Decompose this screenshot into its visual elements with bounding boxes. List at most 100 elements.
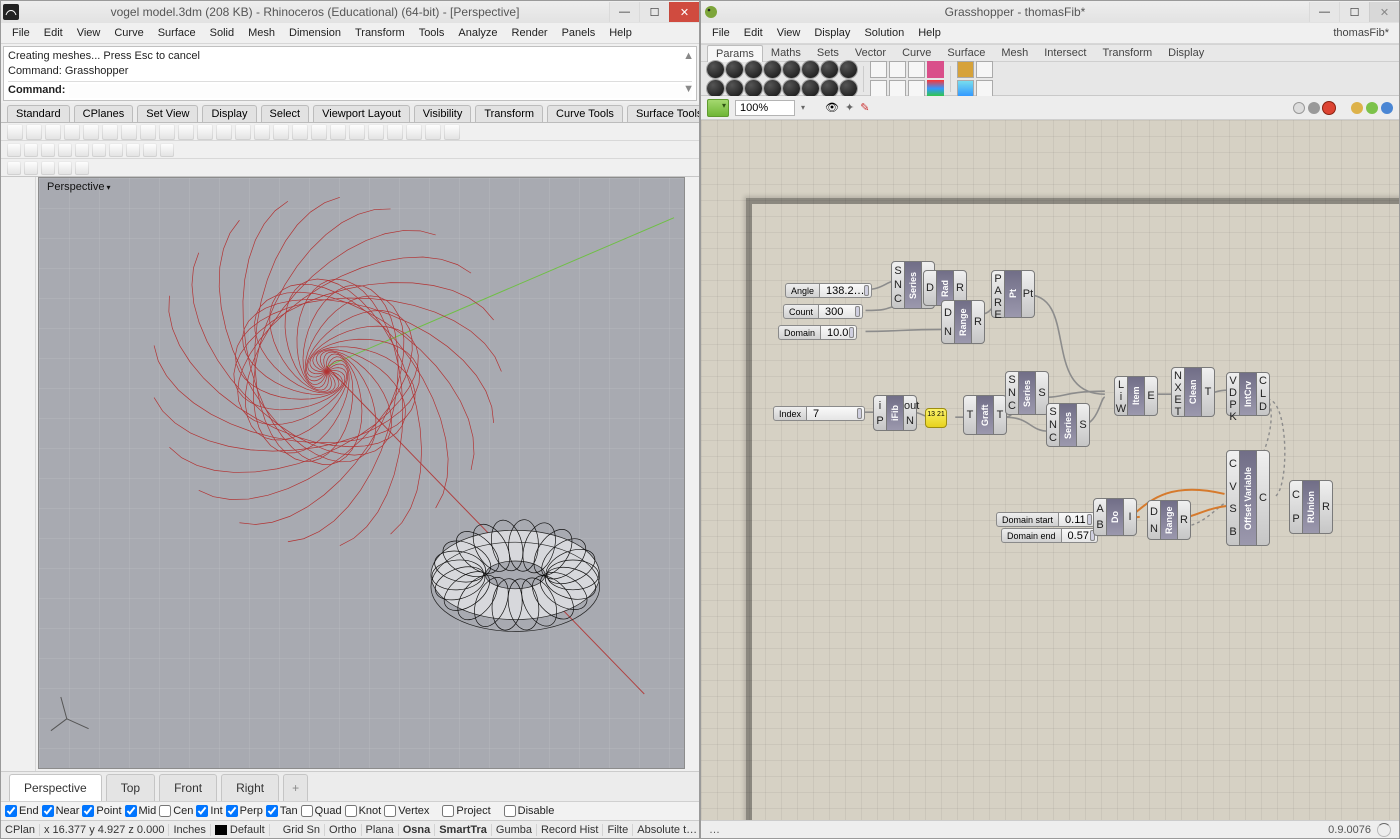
comp-runion[interactable]: CPRUnionR bbox=[1289, 480, 1333, 534]
status-absolutet[interactable]: Absolute t… bbox=[633, 824, 699, 836]
toolbar-button[interactable] bbox=[92, 143, 106, 157]
gh-menu-view[interactable]: View bbox=[770, 24, 808, 42]
toolbar-button[interactable] bbox=[24, 143, 38, 157]
toolbar-button[interactable] bbox=[24, 161, 38, 175]
gh-close-button[interactable]: ✕ bbox=[1369, 2, 1399, 22]
param-primitive-icon[interactable] bbox=[745, 61, 762, 78]
tooltab-select[interactable]: Select bbox=[261, 105, 310, 122]
status-layer[interactable]: Default bbox=[211, 824, 270, 836]
toolbar-button[interactable] bbox=[273, 124, 289, 140]
param-primitive-icon[interactable] bbox=[764, 80, 781, 97]
toolbar-button[interactable] bbox=[64, 124, 80, 140]
toolbar-button[interactable] bbox=[311, 124, 327, 140]
tooltab-set-view[interactable]: Set View bbox=[137, 105, 198, 122]
slider-count[interactable]: Count300 bbox=[783, 304, 863, 319]
menu-mesh[interactable]: Mesh bbox=[241, 24, 282, 42]
view-tab-top[interactable]: Top bbox=[106, 774, 155, 801]
tooltab-cplanes[interactable]: CPlanes bbox=[74, 105, 134, 122]
toolbar-button[interactable] bbox=[41, 161, 55, 175]
toolbar-button[interactable] bbox=[406, 124, 422, 140]
menu-file[interactable]: File bbox=[5, 24, 37, 42]
toolbar-button[interactable] bbox=[330, 124, 346, 140]
toolbar-button[interactable] bbox=[45, 124, 61, 140]
ribbon-button[interactable] bbox=[870, 80, 887, 97]
toolbar-button[interactable] bbox=[254, 124, 270, 140]
sidebar-tool-button[interactable] bbox=[20, 266, 34, 280]
gh-titlebar[interactable]: Grasshopper - thomasFib* — ☐ ✕ bbox=[701, 1, 1399, 23]
status-smarttra[interactable]: SmartTra bbox=[435, 824, 492, 836]
comp-range2[interactable]: DNRangeR bbox=[1147, 500, 1191, 540]
toolbar-button[interactable] bbox=[58, 161, 72, 175]
comp-offset-variable[interactable]: CVSB Offset Variable C bbox=[1226, 450, 1270, 546]
sidebar-tool-button[interactable] bbox=[3, 300, 17, 314]
toolbar-button[interactable] bbox=[7, 161, 21, 175]
sidebar-tool-button[interactable] bbox=[20, 249, 34, 263]
param-primitive-icon[interactable] bbox=[726, 61, 743, 78]
sidebar-tool-button[interactable] bbox=[3, 181, 17, 195]
toolbar-button[interactable] bbox=[160, 143, 174, 157]
osnap-point[interactable]: Point bbox=[82, 805, 121, 817]
toolbar-button[interactable] bbox=[121, 124, 137, 140]
panel-relay[interactable]: 13 21 bbox=[925, 408, 947, 428]
toolbar-button[interactable] bbox=[126, 143, 140, 157]
gh-maximize-button[interactable]: ☐ bbox=[1339, 2, 1369, 22]
tooltab-display[interactable]: Display bbox=[202, 105, 256, 122]
menu-render[interactable]: Render bbox=[505, 24, 555, 42]
gh-menu-solution[interactable]: Solution bbox=[857, 24, 911, 42]
slider-index[interactable]: Index7 bbox=[773, 406, 865, 421]
toolbar-button[interactable] bbox=[102, 124, 118, 140]
rhino-minimize-button[interactable]: — bbox=[609, 2, 639, 22]
tooltab-transform[interactable]: Transform bbox=[475, 105, 543, 122]
status-gumba[interactable]: Gumba bbox=[492, 824, 537, 836]
preview-disabled-icon[interactable] bbox=[1323, 102, 1335, 114]
comp-range[interactable]: DNRangeR bbox=[941, 300, 985, 344]
param-primitive-icon[interactable] bbox=[840, 80, 857, 97]
param-primitive-icon[interactable] bbox=[707, 61, 724, 78]
gh-menu-help[interactable]: Help bbox=[911, 24, 948, 42]
gh-menu-edit[interactable]: Edit bbox=[737, 24, 770, 42]
sidebar-tool-button[interactable] bbox=[20, 232, 34, 246]
tooltab-standard[interactable]: Standard bbox=[7, 105, 70, 122]
rhino-titlebar[interactable]: vogel model.3dm (208 KB) - Rhinoceros (E… bbox=[1, 1, 699, 23]
osnap-knot[interactable]: Knot bbox=[345, 805, 382, 817]
toolbar-button[interactable] bbox=[83, 124, 99, 140]
pencil-icon[interactable]: ✎ bbox=[860, 101, 869, 114]
gh-tab-vector[interactable]: Vector bbox=[847, 45, 894, 61]
param-primitive-icon[interactable] bbox=[821, 80, 838, 97]
param-primitive-icon[interactable] bbox=[802, 80, 819, 97]
ribbon-gradient-swatch[interactable] bbox=[927, 80, 944, 97]
osnap-mid[interactable]: Mid bbox=[125, 805, 157, 817]
osnap-cen[interactable]: Cen bbox=[159, 805, 193, 817]
sidebar-tool-button[interactable] bbox=[3, 198, 17, 212]
menu-analyze[interactable]: Analyze bbox=[451, 24, 504, 42]
shade-icon[interactable] bbox=[1381, 102, 1393, 114]
gh-tab-display[interactable]: Display bbox=[1160, 45, 1212, 61]
menu-dimension[interactable]: Dimension bbox=[282, 24, 348, 42]
param-primitive-icon[interactable] bbox=[745, 80, 762, 97]
shade-icon[interactable] bbox=[1351, 102, 1363, 114]
sidebar-tool-button[interactable] bbox=[20, 198, 34, 212]
slider-domain-end[interactable]: Domain end0.57 bbox=[1001, 528, 1098, 543]
sidebar-tool-button[interactable] bbox=[20, 334, 34, 348]
sidebar-tool-button[interactable] bbox=[3, 368, 17, 382]
toolbar-button[interactable] bbox=[7, 143, 21, 157]
comp-intcrv[interactable]: VDPKIntCrvCLD bbox=[1226, 372, 1270, 416]
gh-zoom-input[interactable] bbox=[735, 100, 795, 116]
gh-tab-mesh[interactable]: Mesh bbox=[993, 45, 1036, 61]
gh-save-dropdown[interactable] bbox=[707, 99, 729, 117]
param-primitive-icon[interactable] bbox=[783, 61, 800, 78]
ribbon-button[interactable] bbox=[889, 61, 906, 78]
osnap-int[interactable]: Int bbox=[196, 805, 222, 817]
ribbon-button[interactable] bbox=[976, 80, 993, 97]
osnap-quad[interactable]: Quad bbox=[301, 805, 342, 817]
scroll-up-icon[interactable]: ▲ bbox=[683, 49, 694, 64]
menu-tools[interactable]: Tools bbox=[412, 24, 452, 42]
osnap-near[interactable]: Near bbox=[42, 805, 80, 817]
sidebar-tool-button[interactable] bbox=[3, 215, 17, 229]
comp-series3[interactable]: SNCSeriesS bbox=[1046, 403, 1090, 447]
param-primitive-icon[interactable] bbox=[783, 80, 800, 97]
menu-edit[interactable]: Edit bbox=[37, 24, 70, 42]
toolbar-button[interactable] bbox=[349, 124, 365, 140]
scroll-down-icon[interactable]: ▼ bbox=[683, 82, 694, 97]
sidebar-tool-button[interactable] bbox=[20, 300, 34, 314]
